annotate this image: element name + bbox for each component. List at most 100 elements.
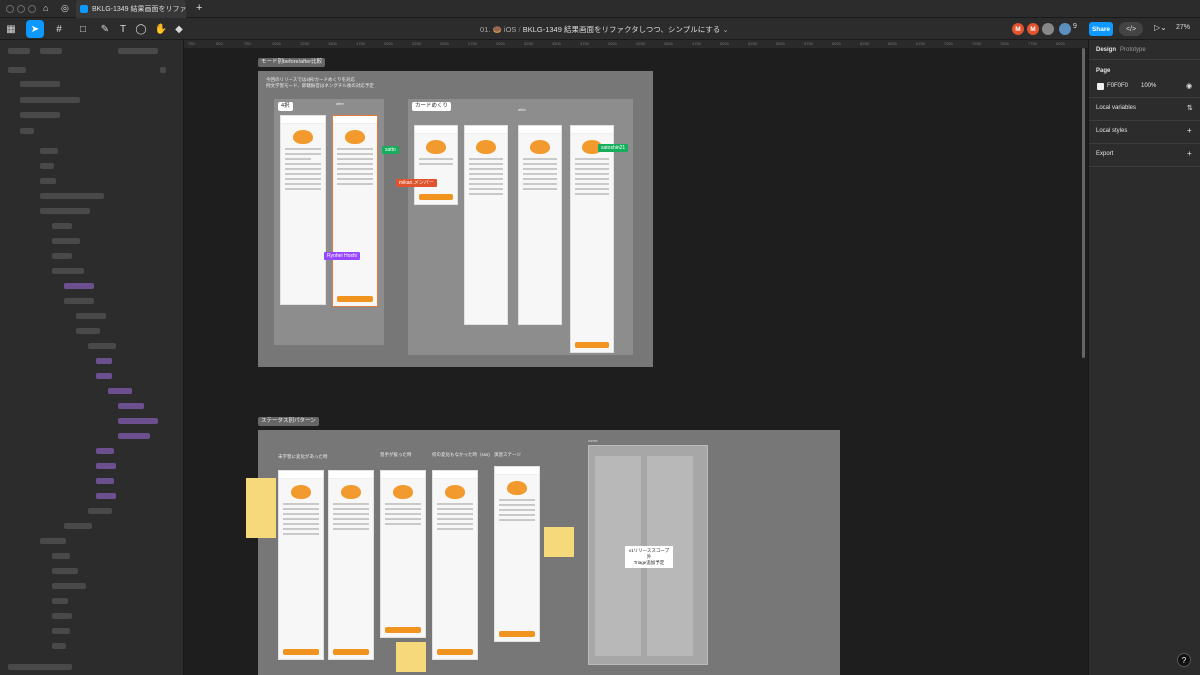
tab-prototype[interactable]: Prototype — [1120, 47, 1146, 53]
layer-item[interactable] — [52, 223, 72, 229]
layer-item[interactable] — [64, 283, 94, 289]
present-icon[interactable]: ▷⌄ — [1154, 23, 1167, 32]
cover-frame[interactable]: v1リリーススコープ外 Triage追加予定 — [588, 445, 708, 665]
canvas[interactable]: 750 500 750 1000 1250 1500 1750 2000 2250 2500 275… — [184, 40, 1088, 675]
layer-item[interactable] — [52, 253, 72, 259]
local-variables[interactable]: Local variables — [1096, 105, 1136, 111]
sticky-note[interactable] — [396, 642, 426, 672]
layer-item[interactable] — [40, 193, 104, 199]
help-button[interactable]: ? — [1177, 653, 1191, 667]
visibility-icon[interactable]: ◉ — [1186, 82, 1192, 90]
frame-4choice[interactable]: 4択 after — [274, 99, 384, 345]
dev-mode-toggle[interactable]: </> — [1119, 22, 1143, 36]
layer-item[interactable] — [96, 463, 116, 469]
layer-item[interactable] — [88, 508, 112, 514]
layer-item[interactable] — [40, 163, 54, 169]
layer-item[interactable] — [52, 598, 68, 604]
phone-screen[interactable] — [280, 115, 326, 305]
layer-item[interactable] — [40, 208, 90, 214]
phone-screen[interactable] — [380, 470, 426, 638]
page-selector[interactable] — [118, 48, 158, 54]
frame-card-flip[interactable]: カードめくり after — [408, 99, 633, 355]
home-icon[interactable]: ⌂ — [43, 3, 48, 13]
layer-item[interactable] — [40, 148, 58, 154]
layer-item[interactable] — [64, 523, 92, 529]
layer-item[interactable] — [96, 493, 116, 499]
maximize-window-button[interactable] — [28, 5, 36, 13]
layer-item[interactable] — [96, 478, 114, 484]
avatar[interactable] — [1059, 23, 1071, 35]
tab-design[interactable]: Design — [1096, 47, 1116, 53]
sticky-note[interactable] — [544, 527, 574, 557]
layer-item[interactable] — [118, 418, 158, 424]
layer-item[interactable] — [52, 583, 86, 589]
tab-file[interactable]: BKLG-1349 結果画面をリファクタ × — [76, 0, 186, 18]
page-opacity-value[interactable]: 100% — [1141, 83, 1156, 89]
layer-item[interactable] — [118, 433, 150, 439]
layers-tab[interactable] — [8, 48, 30, 54]
hand-tool-icon[interactable]: ✋ — [152, 20, 170, 38]
layer-item[interactable] — [76, 328, 100, 334]
project-name[interactable]: 01. 🍩 iOS — [480, 25, 516, 34]
layer-item[interactable] — [52, 643, 66, 649]
add-export-icon[interactable]: + — [1187, 149, 1192, 158]
viewer-count[interactable]: 9 — [1073, 23, 1077, 30]
layer-item[interactable] — [88, 343, 116, 349]
assets-tab[interactable] — [40, 48, 62, 54]
layer-item[interactable] — [40, 538, 66, 544]
layer-item[interactable] — [52, 568, 78, 574]
phone-screen[interactable] — [432, 470, 478, 660]
page-item[interactable] — [20, 97, 80, 103]
page-item[interactable] — [20, 81, 60, 87]
phone-screen[interactable] — [494, 466, 540, 642]
phone-screen[interactable] — [518, 125, 562, 325]
layer-item[interactable] — [52, 238, 80, 244]
layer-item[interactable] — [52, 613, 72, 619]
rectangle-tool-icon[interactable]: □ — [74, 20, 92, 38]
layer-item[interactable] — [52, 268, 84, 274]
phone-screen[interactable] — [570, 125, 614, 353]
page-item[interactable] — [20, 112, 60, 118]
phone-screen[interactable] — [332, 115, 378, 307]
add-page-icon[interactable] — [160, 67, 166, 73]
page-color-value[interactable]: F0F0F0 — [1107, 83, 1128, 89]
text-tool-icon[interactable]: T — [114, 20, 132, 38]
layer-item[interactable] — [64, 298, 94, 304]
avatar[interactable] — [1042, 23, 1054, 35]
comment-tool-icon[interactable]: ◯ — [132, 20, 150, 38]
phone-screen[interactable] — [328, 470, 374, 660]
zoom-level[interactable]: 27% — [1176, 24, 1190, 31]
layer-item[interactable] — [76, 313, 106, 319]
close-window-button[interactable] — [6, 5, 14, 13]
layer-item[interactable] — [52, 628, 70, 634]
new-tab-button[interactable]: + — [196, 2, 202, 14]
phone-screen[interactable] — [278, 470, 324, 660]
section-label-mode[interactable]: モード別before/after比較 — [258, 58, 326, 67]
sticky-note[interactable] — [246, 478, 276, 538]
local-styles[interactable]: Local styles — [1096, 128, 1127, 134]
export-heading[interactable]: Export — [1096, 151, 1113, 157]
page-color-swatch[interactable] — [1097, 83, 1104, 90]
layer-item[interactable] — [96, 448, 114, 454]
canvas-scrollbar[interactable] — [1082, 48, 1085, 358]
add-style-icon[interactable]: + — [1187, 126, 1192, 135]
avatar[interactable]: M — [1012, 23, 1024, 35]
page-item[interactable] — [20, 128, 34, 134]
layer-item[interactable] — [118, 403, 144, 409]
actions-tool-icon[interactable]: ◆ — [170, 20, 188, 38]
main-menu-icon[interactable]: ▦ — [2, 20, 20, 38]
move-tool-icon[interactable]: ➤ — [26, 20, 44, 38]
frame-tool-icon[interactable]: # — [50, 20, 68, 38]
globe-icon[interactable]: ◎ — [61, 3, 69, 14]
share-button[interactable]: Share — [1089, 22, 1113, 36]
layer-item[interactable] — [40, 178, 56, 184]
layer-item[interactable] — [108, 388, 132, 394]
layer-item[interactable] — [52, 553, 70, 559]
phone-screen[interactable] — [414, 125, 458, 205]
adjust-icon[interactable]: ⇅ — [1187, 104, 1193, 112]
layer-item[interactable] — [96, 358, 112, 364]
avatar[interactable]: M — [1027, 23, 1039, 35]
pen-tool-icon[interactable]: ✎ — [96, 20, 114, 38]
phone-screen[interactable] — [464, 125, 508, 325]
section-label-status[interactable]: ステータス別パターン — [258, 417, 319, 426]
